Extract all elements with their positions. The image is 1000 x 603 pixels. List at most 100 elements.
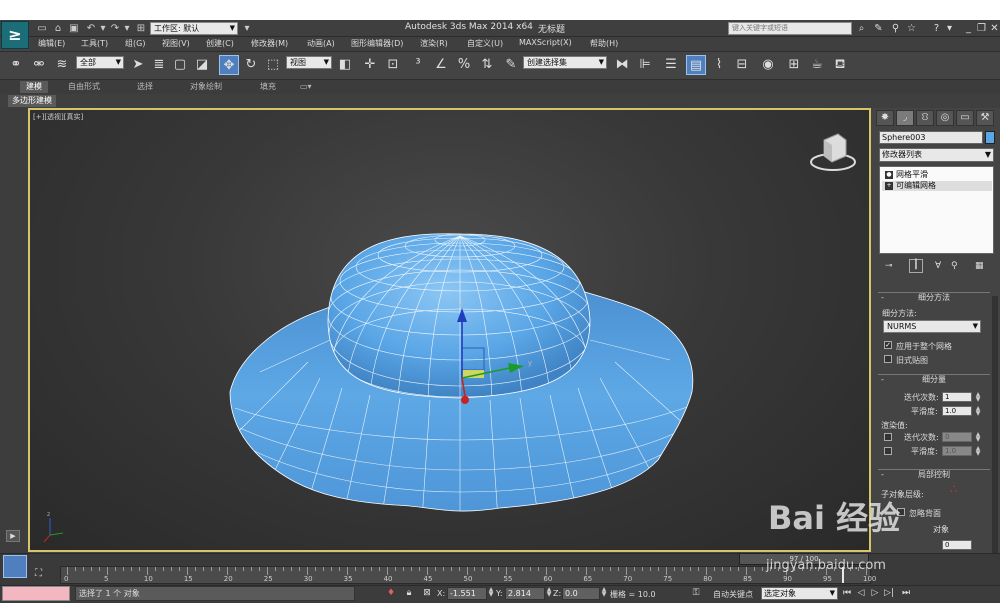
snaps-toggle-icon[interactable]: ³ <box>408 55 428 75</box>
viewcube-icon[interactable] <box>810 133 856 171</box>
spinner-arrows-icon[interactable]: ▲ ▼ <box>546 587 552 598</box>
align-icon[interactable]: ⊫ <box>635 55 655 75</box>
x-coordinate-field[interactable]: -1.551 <box>447 587 487 600</box>
ribbon-toggle-icon[interactable]: ▤ <box>686 55 706 75</box>
menu-views[interactable]: 视图(V) <box>162 38 190 49</box>
selection-filter-dropdown[interactable]: 全部 ▼ <box>76 56 124 69</box>
render-smoothness-checkbox[interactable] <box>884 447 892 455</box>
render-iterations-checkbox[interactable] <box>884 433 892 441</box>
render-smoothness-spinner[interactable]: 1.0 <box>942 446 972 456</box>
subscription-icon[interactable]: ✎ <box>872 22 885 35</box>
minimize-icon[interactable]: _ <box>962 22 975 35</box>
display-panel-tab-icon[interactable]: ▭ <box>956 110 974 126</box>
object-color-swatch[interactable] <box>985 131 995 144</box>
select-by-name-icon[interactable]: ≣ <box>149 55 169 75</box>
search-icon[interactable]: ⌕ <box>855 22 868 35</box>
spinner-snap-icon[interactable]: ⇅ <box>477 55 497 75</box>
make-unique-icon[interactable]: ∀ <box>935 261 941 271</box>
stack-item-editable-mesh[interactable]: + 可编辑网格 <box>882 181 992 191</box>
ribbon-options-icon[interactable]: ▭▾ <box>294 81 318 93</box>
pin-stack-icon[interactable]: ⊸ <box>885 261 893 271</box>
show-end-result-icon[interactable]: ┃ <box>909 259 923 273</box>
spinner-arrows-icon[interactable]: ▲ ▼ <box>975 446 981 457</box>
curve-editor-icon[interactable]: ⌇ <box>709 55 729 75</box>
customize-quick-access-icon[interactable]: ▾ <box>240 22 254 35</box>
spinner-arrows-icon[interactable]: ▲ ▼ <box>975 432 981 443</box>
window-crossing-icon[interactable]: ◪ <box>192 55 212 75</box>
menu-create[interactable]: 创建(C) <box>206 38 234 49</box>
edit-named-selection-icon[interactable]: ✎ <box>501 55 521 75</box>
command-panel-scrollbar[interactable] <box>992 296 998 553</box>
previous-frame-icon[interactable]: ◁ <box>855 587 867 600</box>
absolute-mode-transform-icon[interactable]: ⊠ <box>421 587 433 600</box>
smoothness-spinner[interactable]: 1.0 <box>942 406 972 416</box>
rollout-local-control[interactable]: - 局部控制 <box>878 469 990 479</box>
vertex-level-icon[interactable]: ∴ <box>950 482 958 496</box>
tab-freeform[interactable]: 自由形式 <box>62 81 106 93</box>
redo-dropdown-icon[interactable]: ▾ <box>120 22 134 35</box>
select-object-icon[interactable]: ➤ <box>128 55 148 75</box>
mirror-icon[interactable]: ⧓ <box>612 55 632 75</box>
favorites-star-icon[interactable]: ☆ <box>905 22 918 35</box>
apply-whole-mesh-checkbox[interactable]: ✓ <box>884 341 892 349</box>
configure-modifier-sets-icon[interactable]: ▦ <box>975 261 984 271</box>
select-and-rotate-icon[interactable]: ↻ <box>241 55 261 75</box>
pivot-center-icon[interactable]: ◧ <box>335 55 355 75</box>
menu-animation[interactable]: 动画(A) <box>307 38 335 49</box>
utilities-panel-tab-icon[interactable]: ⚒ <box>976 110 994 126</box>
render-setup-icon[interactable]: ⊞ <box>784 55 804 75</box>
stack-item-meshsmooth[interactable]: ● 网格平滑 <box>882 170 992 180</box>
help-dropdown-icon[interactable]: ▾ <box>943 22 956 35</box>
tab-modeling[interactable]: 建模 <box>20 81 48 93</box>
z-coordinate-field[interactable]: 0.0 <box>562 587 600 600</box>
menu-group[interactable]: 组(G) <box>125 38 145 49</box>
help-icon[interactable]: ? <box>930 22 943 35</box>
select-and-scale-icon[interactable]: ⬚ <box>263 55 283 75</box>
y-coordinate-field[interactable]: 2.814 <box>505 587 545 600</box>
menu-maxscript[interactable]: MAXScript(X) <box>519 38 572 47</box>
isolate-selection-icon[interactable]: ♦ <box>385 587 397 600</box>
motion-panel-tab-icon[interactable]: ◎ <box>936 110 954 126</box>
tab-populate[interactable]: 填充 <box>254 81 282 93</box>
restore-icon[interactable]: ❐ <box>975 22 988 35</box>
auto-key-button[interactable]: 自动关键点 <box>713 589 753 600</box>
object-name-field[interactable]: Sphere003 <box>879 131 983 144</box>
keyboard-shortcut-override-icon[interactable]: ⊡ <box>383 55 403 75</box>
select-and-link-icon[interactable]: ⚭ <box>6 55 26 75</box>
select-and-move-icon[interactable]: ✥ <box>219 55 239 75</box>
rendered-frame-window-icon[interactable]: ☕ <box>807 55 827 75</box>
maxscript-listener[interactable] <box>2 586 70 601</box>
control-level-spinner[interactable]: 0 <box>942 540 972 550</box>
next-frame-icon[interactable]: ▷| <box>883 587 895 600</box>
menu-customize[interactable]: 自定义(U) <box>467 38 503 49</box>
rollout-subdivision-amount[interactable]: - 细分量 <box>878 374 990 384</box>
communication-center-icon[interactable]: ⚲ <box>889 22 902 35</box>
menu-graph-editors[interactable]: 图形编辑器(D) <box>351 38 403 49</box>
unlink-selection-icon[interactable]: ⚮ <box>29 55 49 75</box>
mini-curve-editor-toggle[interactable] <box>3 555 27 578</box>
application-menu-button[interactable]: ≥ <box>1 21 29 49</box>
go-to-end-icon[interactable]: ⏭ <box>900 587 912 600</box>
menu-edit[interactable]: 编辑(E) <box>38 38 65 49</box>
tab-selection[interactable]: 选择 <box>131 81 159 93</box>
tab-object-paint[interactable]: 对象绘制 <box>184 81 228 93</box>
selection-lock-icon[interactable]: 🔒︎ <box>403 587 415 600</box>
menu-rendering[interactable]: 渲染(R) <box>420 38 448 49</box>
old-style-mapping-checkbox[interactable] <box>884 355 892 363</box>
menu-help[interactable]: 帮助(H) <box>590 38 618 49</box>
go-to-start-icon[interactable]: ⏮ <box>841 587 853 600</box>
expand-plus-icon[interactable]: + <box>885 182 893 190</box>
close-icon[interactable]: ✕ <box>988 22 1000 35</box>
material-editor-icon[interactable]: ◉ <box>758 55 778 75</box>
workspace-dropdown[interactable]: 工作区: 默认 ▼ <box>150 22 238 35</box>
new-file-icon[interactable]: ▭ <box>35 22 49 35</box>
lightbulb-icon[interactable]: ● <box>885 171 893 179</box>
modify-panel-tab-icon[interactable]: ◞ <box>896 110 914 126</box>
modifier-list-dropdown[interactable]: 修改器列表 ▼ <box>879 148 994 162</box>
timeline-ruler[interactable]: 0 5 10 15 20 25 30 35 40 45 50 55 60 65 70 75 80 85 90 95 10… <box>60 566 876 584</box>
select-and-manipulate-icon[interactable]: ✛ <box>360 55 380 75</box>
spinner-arrows-icon[interactable]: ▲ ▼ <box>975 406 981 417</box>
mesh-dome[interactable] <box>327 233 591 399</box>
reference-coordinate-dropdown[interactable]: 视图 ▼ <box>286 56 332 69</box>
rollout-subdivision-method[interactable]: - 细分方法 <box>878 292 990 302</box>
